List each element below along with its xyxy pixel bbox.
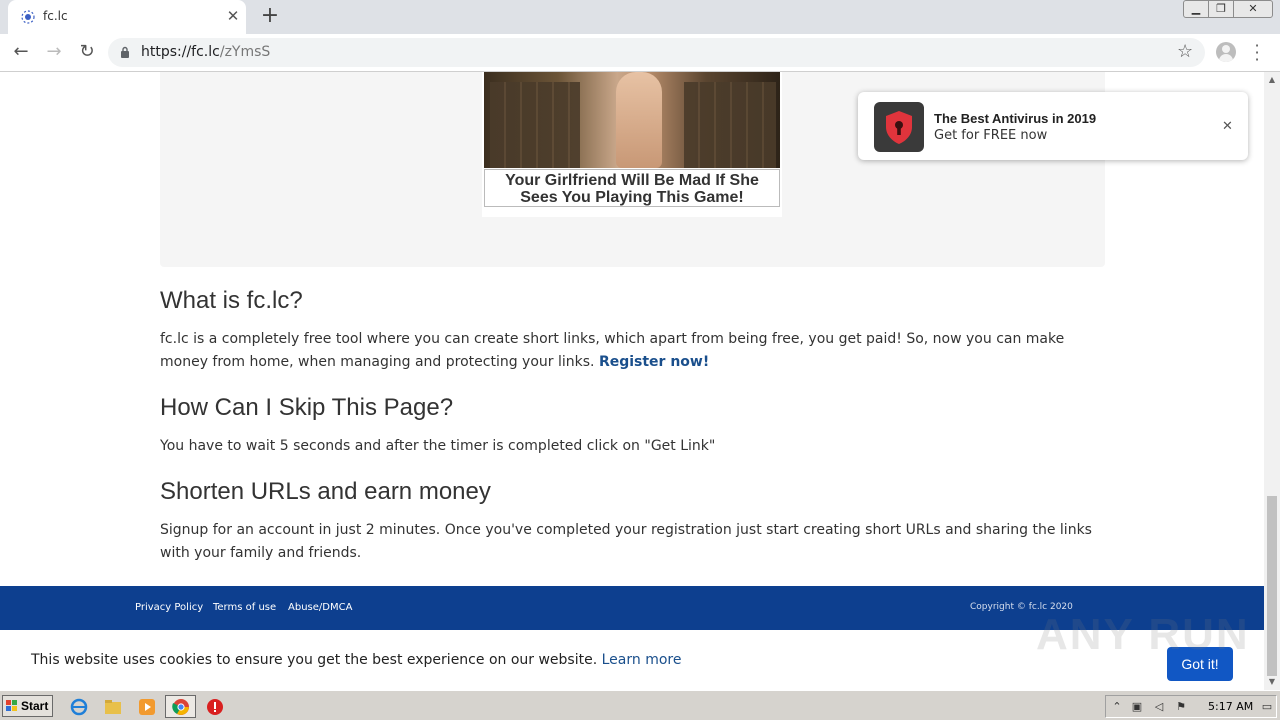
network-icon[interactable]: ▣	[1130, 700, 1144, 714]
start-button[interactable]: Start	[2, 695, 53, 717]
tray-expand-icon[interactable]: ⌃	[1110, 700, 1124, 714]
windows-logo-icon	[6, 700, 17, 711]
bookmark-star-icon[interactable]: ☆	[1177, 41, 1193, 62]
page-scrollbar[interactable]: ▲ ▼	[1264, 72, 1280, 690]
stop-sign-icon[interactable]	[206, 698, 224, 716]
anyrun-watermark: ANY RUN	[1036, 610, 1250, 659]
file-explorer-icon[interactable]	[104, 698, 122, 716]
url-path: /zYmsS	[219, 44, 271, 60]
skip-page-heading: How Can I Skip This Page?	[160, 394, 454, 421]
notification-subtitle: Get for FREE now	[934, 128, 1048, 143]
media-player-icon[interactable]	[138, 698, 156, 716]
internet-explorer-icon[interactable]	[70, 698, 88, 716]
ad-image-door-left	[490, 82, 580, 168]
window-restore-icon[interactable]: ❐	[1208, 0, 1234, 18]
scroll-up-arrow-icon[interactable]: ▲	[1264, 72, 1280, 88]
shorten-urls-paragraph: Signup for an account in just 2 minutes.…	[160, 522, 1092, 561]
ad-image-door-right	[684, 82, 776, 168]
back-arrow-icon[interactable]: ←	[9, 41, 33, 65]
ad-image-figure	[616, 72, 662, 168]
tab-title: fc.lc	[43, 9, 68, 23]
start-label: Start	[21, 699, 49, 713]
volume-icon[interactable]: ◁	[1152, 700, 1166, 714]
browser-tab-strip: fc.lc ✕ + ▁ ❐ ✕	[0, 0, 1280, 34]
clock[interactable]: 5:17 AM	[1208, 700, 1253, 713]
scrollbar-thumb[interactable]	[1267, 496, 1277, 676]
lock-icon	[121, 46, 129, 58]
ad-banner[interactable]: Your Girlfriend Will Be Mad If She Sees …	[482, 72, 782, 217]
reload-icon[interactable]: ↻	[75, 41, 99, 65]
window-minimize-icon[interactable]: ▁	[1183, 0, 1209, 18]
notification-close-icon[interactable]: ✕	[1222, 120, 1234, 133]
fc-lc-favicon-icon	[21, 10, 35, 24]
antivirus-shield-icon	[874, 102, 924, 152]
learn-more-link[interactable]: Learn more	[602, 652, 682, 668]
chrome-icon	[172, 699, 189, 715]
shield-icon	[886, 111, 912, 144]
chrome-taskbar-button[interactable]	[165, 695, 196, 718]
cookie-text: This website uses cookies to ensure you …	[31, 652, 598, 668]
privacy-policy-link[interactable]: Privacy Policy	[135, 602, 203, 613]
new-tab-button[interactable]: +	[258, 5, 282, 29]
ad-image[interactable]	[484, 72, 780, 168]
page-viewport: Your Girlfriend Will Be Mad If She Sees …	[0, 72, 1264, 690]
browser-menu-icon[interactable]: · · ·	[1250, 38, 1264, 68]
url-host: https://fc.lc	[141, 44, 220, 60]
profile-avatar-icon[interactable]	[1216, 42, 1236, 62]
skip-page-paragraph: You have to wait 5 seconds and after the…	[160, 438, 716, 454]
show-desktop-icon[interactable]: ▭	[1260, 700, 1274, 714]
address-bar[interactable]: https://fc.lc/zYmsS ☆	[108, 38, 1205, 67]
url-text: https://fc.lc/zYmsS	[141, 44, 270, 60]
what-is-paragraph: fc.lc is a completely free tool where yo…	[160, 328, 1105, 374]
what-is-heading: What is fc.lc?	[160, 287, 303, 314]
windows-taskbar: Start ⌃ ▣ ◁ ⚑ 5:17 AM ▭	[0, 690, 1280, 720]
register-now-link[interactable]: Register now!	[599, 354, 709, 370]
scroll-down-arrow-icon[interactable]: ▼	[1264, 674, 1280, 690]
forward-arrow-icon[interactable]: →	[42, 41, 66, 65]
abuse-dmca-link[interactable]: Abuse/DMCA	[288, 602, 352, 613]
terms-of-use-link[interactable]: Terms of use	[213, 602, 276, 613]
system-tray: ⌃ ▣ ◁ ⚑ 5:17 AM ▭	[1105, 695, 1277, 718]
window-close-icon[interactable]: ✕	[1233, 0, 1273, 18]
shorten-urls-heading: Shorten URLs and earn money	[160, 478, 491, 505]
action-center-flag-icon[interactable]: ⚑	[1174, 700, 1188, 714]
browser-tab[interactable]: fc.lc ✕	[8, 0, 246, 34]
ad-caption[interactable]: Your Girlfriend Will Be Mad If She Sees …	[484, 169, 780, 207]
antivirus-notification[interactable]: The Best Antivirus in 2019 Get for FREE …	[858, 92, 1248, 160]
cookie-message: This website uses cookies to ensure you …	[31, 652, 681, 668]
notification-title: The Best Antivirus in 2019	[934, 111, 1097, 126]
tab-close-icon[interactable]: ✕	[224, 7, 242, 25]
browser-toolbar: ← → ↻ https://fc.lc/zYmsS ☆ · · ·	[0, 34, 1280, 72]
